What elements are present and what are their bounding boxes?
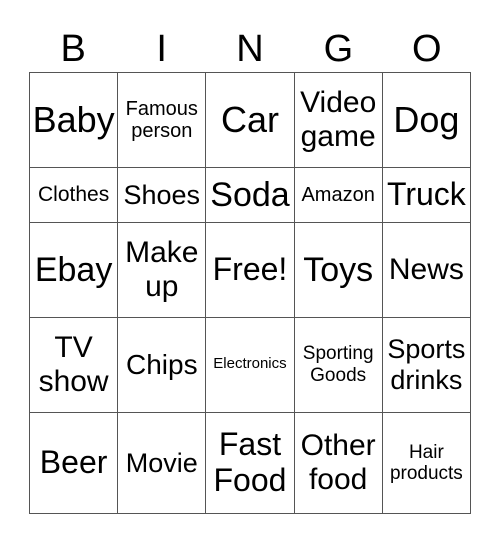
bingo-cell[interactable]: Beer bbox=[28, 411, 119, 515]
header-letter-i: I bbox=[156, 28, 167, 70]
bingo-cell[interactable]: TV show bbox=[28, 316, 119, 413]
bingo-cell[interactable]: Other food bbox=[293, 411, 383, 515]
bingo-row: Ebay Make up Free! Toys News bbox=[28, 221, 472, 318]
bingo-cell[interactable]: Video game bbox=[293, 71, 383, 169]
bingo-cell[interactable]: Electronics bbox=[205, 316, 295, 413]
bingo-cell[interactable]: Amazon bbox=[293, 167, 383, 223]
bingo-cell[interactable]: Toys bbox=[293, 221, 383, 318]
bingo-cell[interactable]: Ebay bbox=[28, 221, 119, 318]
bingo-cell[interactable]: News bbox=[381, 221, 472, 318]
header-letter-n: N bbox=[236, 28, 264, 70]
bingo-cell[interactable]: Soda bbox=[205, 167, 295, 223]
bingo-cell[interactable]: Shoes bbox=[117, 167, 207, 223]
bingo-cell[interactable]: Hair products bbox=[381, 411, 472, 515]
bingo-header: B I N G O bbox=[29, 26, 471, 72]
bingo-cell[interactable]: Dog bbox=[381, 71, 472, 169]
bingo-row: Clothes Shoes Soda Amazon Truck bbox=[28, 167, 472, 223]
bingo-cell[interactable]: Chips bbox=[117, 316, 207, 413]
bingo-grid: Baby Famous person Car Video game Dog Clothes… bbox=[28, 71, 472, 515]
bingo-cell[interactable]: Truck bbox=[381, 167, 472, 223]
bingo-row: Baby Famous person Car Video game Dog bbox=[28, 71, 472, 169]
header-letter-b: B bbox=[60, 28, 86, 70]
bingo-cell[interactable]: Sporting Goods bbox=[293, 316, 383, 413]
bingo-cell[interactable]: Free! bbox=[205, 221, 295, 318]
header-letter-g: G bbox=[323, 28, 354, 70]
bingo-cell[interactable]: Baby bbox=[28, 71, 119, 169]
bingo-row: TV show Chips Electronics Sporting Goods Spo… bbox=[28, 316, 472, 413]
bingo-cell[interactable]: Fast Food bbox=[205, 411, 295, 515]
bingo-cell[interactable]: Make up bbox=[117, 221, 207, 318]
bingo-cell[interactable]: Movie bbox=[117, 411, 207, 515]
bingo-row: Beer Movie Fast Food Other food Hair product… bbox=[28, 411, 472, 515]
header-letter-o: O bbox=[412, 28, 442, 70]
bingo-cell[interactable]: Clothes bbox=[28, 167, 119, 223]
bingo-cell[interactable]: Sports drinks bbox=[381, 316, 472, 413]
bingo-cell[interactable]: Car bbox=[205, 71, 295, 169]
bingo-cell[interactable]: Famous person bbox=[117, 71, 207, 169]
